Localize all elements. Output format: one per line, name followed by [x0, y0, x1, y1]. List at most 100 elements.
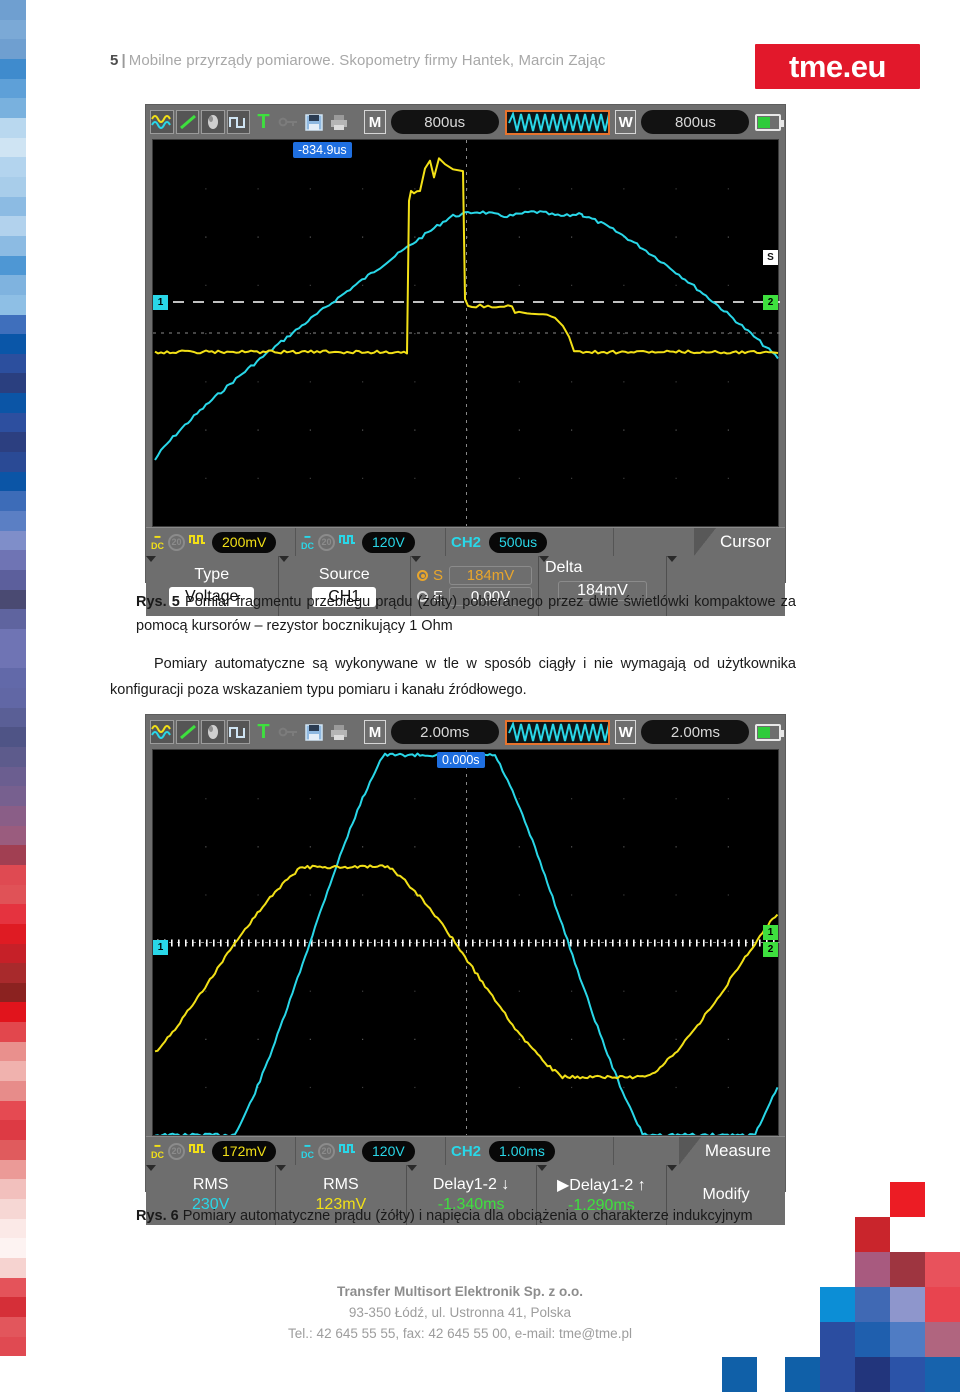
edge-strip-band	[0, 334, 26, 354]
ch1-probe-icon[interactable]	[189, 533, 206, 551]
cursor-start-radio[interactable]	[417, 570, 428, 581]
ch1-volts-per-div[interactable]: 200mV	[212, 531, 277, 553]
scope2-ch1-right-marker[interactable]: 1	[763, 925, 778, 940]
decoration-square	[820, 1357, 855, 1392]
ch1-dc-coupling-icon[interactable]: ━ DC	[151, 1142, 164, 1160]
oscilloscope-screenshot-2: T M 2.00ms W 2.00ms 0.000s 1 1 2 ━DC 20	[145, 714, 786, 1225]
figure-5-label: Rys. 5	[136, 594, 180, 610]
scope1-trigger-timebase[interactable]: CH2 500us	[446, 528, 614, 556]
trigger-t-icon[interactable]: T	[252, 720, 275, 744]
edge-strip-band	[0, 1258, 26, 1278]
scope1-graticule: -834.9us 1 2 S	[152, 139, 780, 527]
decoration-square	[890, 1252, 925, 1287]
edge-strip-band	[0, 589, 26, 610]
edge-strip-band	[0, 39, 26, 59]
print-icon[interactable]	[327, 110, 350, 134]
decoration-square	[785, 1357, 820, 1392]
battery-icon	[755, 113, 784, 131]
ch2-bandwidth-icon[interactable]: 20	[318, 1142, 335, 1160]
ch1-probe-icon[interactable]	[189, 1142, 206, 1160]
decoration-square	[820, 1287, 855, 1322]
scope1-ch1-marker[interactable]: 1	[153, 295, 168, 310]
ch2-dc-coupling-icon[interactable]: ━ DC	[301, 533, 314, 551]
edge-strip-band	[0, 766, 26, 787]
decoration-square	[890, 1182, 925, 1217]
scope2-ch2-settings[interactable]: ━ DC 20 120V	[296, 1137, 446, 1165]
scope2-mode-tab[interactable]: Measure	[678, 1137, 785, 1165]
edge-strip-band	[0, 629, 26, 649]
save-floppy-icon[interactable]	[302, 720, 325, 744]
decoration-square	[855, 1322, 890, 1357]
key-icon[interactable]	[277, 720, 300, 744]
figure-5-caption: Rys. 5 Pomiar fragmentu przebiegu prądu …	[136, 591, 796, 639]
pulse-icon[interactable]	[226, 720, 250, 744]
corner-decoration	[722, 1179, 960, 1392]
scope1-m-timebase-value[interactable]: 800us	[390, 110, 499, 134]
body-paragraph-1: Pomiary automatyczne są wykonywane w tle…	[110, 656, 796, 699]
image-snapshot-icon[interactable]	[201, 110, 225, 134]
decoration-square	[890, 1357, 925, 1392]
ch1-dc-coupling-icon[interactable]: ━ DC	[151, 533, 164, 551]
key-icon[interactable]	[277, 110, 300, 134]
scope2-top-toolbar: T M 2.00ms W 2.00ms	[146, 715, 785, 749]
save-floppy-icon[interactable]	[302, 110, 325, 134]
scope2-m-button[interactable]: M	[364, 720, 386, 744]
edge-strip-band	[0, 157, 26, 177]
ch1-bandwidth-icon[interactable]: 20	[168, 1142, 185, 1160]
scope2-ch1-settings[interactable]: ━ DC 20 172mV	[146, 1137, 296, 1165]
ch1-volts-per-div[interactable]: 172mV	[212, 1140, 277, 1162]
oscilloscope-screenshot-1: T M 800us W 800us -834.9us 1 2 S ━DC 20	[145, 104, 786, 616]
waveform-icon[interactable]	[150, 720, 174, 744]
decorative-edge-strip	[0, 0, 26, 1357]
scope2-m-timebase-value[interactable]: 2.00ms	[390, 720, 499, 744]
trigger-t-icon[interactable]: T	[252, 110, 275, 134]
slope-line-icon[interactable]	[176, 110, 200, 134]
decoration-square	[855, 1287, 890, 1322]
ch2-probe-icon[interactable]	[339, 533, 356, 551]
edge-strip-band	[0, 294, 26, 315]
page-header: 5 | Mobilne przyrządy pomiarowe. Skopometr…	[110, 44, 920, 89]
scope2-ch1-left-marker[interactable]: 1	[153, 940, 168, 955]
timebase-value[interactable]: 1.00ms	[489, 1140, 555, 1162]
scope1-trigger-level-marker[interactable]: S	[763, 250, 778, 265]
ch2-bandwidth-icon[interactable]: 20	[318, 533, 335, 551]
edge-strip-band	[0, 452, 26, 472]
edge-strip-band	[0, 19, 26, 40]
scope2-trigger-timebase[interactable]: CH2 1.00ms	[446, 1137, 614, 1165]
scope1-mode-tab[interactable]: Cursor	[693, 528, 785, 556]
measure-modify-label: Modify	[702, 1186, 750, 1203]
waveform-icon[interactable]	[150, 110, 174, 134]
scope1-w-button[interactable]: W	[614, 110, 637, 134]
ch1-bandwidth-icon[interactable]: 20	[168, 533, 185, 551]
cursor-start-value[interactable]: 184mV	[449, 566, 532, 585]
scope1-window-waveform-preview[interactable]	[504, 109, 610, 135]
edge-strip-band	[0, 58, 26, 79]
scope2-time-cursor-label: 0.000s	[437, 752, 485, 768]
edge-strip-band	[0, 648, 26, 669]
ch2-dc-coupling-icon[interactable]: ━ DC	[301, 1142, 314, 1160]
scope1-w-timebase-value[interactable]: 800us	[641, 110, 750, 134]
edge-strip-band	[0, 1316, 26, 1337]
scope2-ch2-right-marker[interactable]: 2	[763, 942, 778, 957]
ch2-volts-per-div[interactable]: 120V	[362, 1140, 415, 1162]
scope1-ch2-marker[interactable]: 2	[763, 295, 778, 310]
footer-company: Transfer Multisort Elektronik Sp. z o.o.	[336, 1284, 584, 1299]
scope1-m-button[interactable]: M	[364, 110, 386, 134]
edge-strip-band	[0, 1061, 26, 1082]
ch2-probe-icon[interactable]	[339, 1142, 356, 1160]
scope2-w-timebase-value[interactable]: 2.00ms	[641, 720, 750, 744]
edge-strip-band	[0, 373, 26, 394]
scope2-w-button[interactable]: W	[614, 720, 637, 744]
image-snapshot-icon[interactable]	[201, 720, 225, 744]
scope2-window-waveform-preview[interactable]	[504, 719, 610, 745]
edge-strip-band	[0, 707, 26, 728]
edge-strip-band	[0, 884, 26, 905]
slope-line-icon[interactable]	[176, 720, 200, 744]
ch2-volts-per-div[interactable]: 120V	[362, 531, 415, 553]
timebase-value[interactable]: 500us	[489, 531, 548, 553]
decoration-square	[855, 1217, 890, 1252]
scope1-ch2-settings[interactable]: ━ DC 20 120V	[296, 528, 446, 556]
pulse-icon[interactable]	[226, 110, 250, 134]
print-icon[interactable]	[327, 720, 350, 744]
scope1-ch1-settings[interactable]: ━ DC 20 200mV	[146, 528, 296, 556]
